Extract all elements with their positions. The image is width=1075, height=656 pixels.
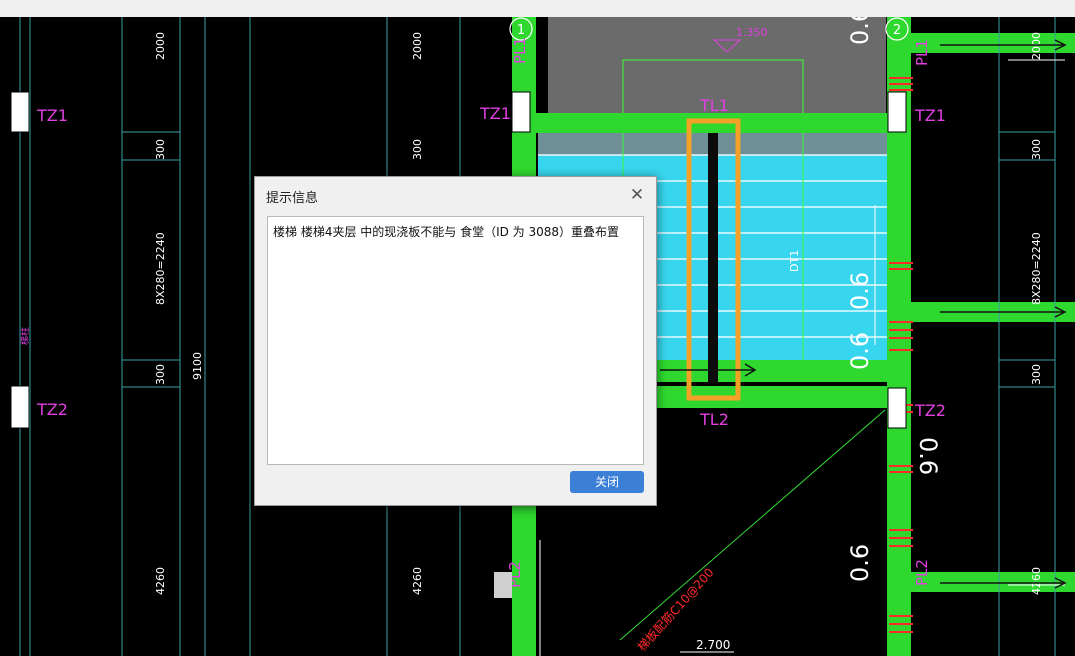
dim-bottom: 2.700 — [696, 638, 730, 652]
axis-1-label: 1 — [517, 23, 525, 38]
slab-label-5: 0.6 — [846, 544, 874, 582]
dim-right-3: 300 — [1030, 364, 1043, 385]
tz1-label-right: TZ1 — [914, 106, 946, 125]
slab-label-2: 0.6 — [846, 272, 874, 310]
edge-mark: 梯柱 — [19, 327, 31, 345]
slab-label-3: 0.6 — [846, 332, 874, 370]
dim-left-0: 2000 — [154, 32, 167, 60]
small-marker — [494, 572, 512, 598]
tz1-label-mid: TZ1 — [479, 104, 511, 123]
dim-right-4: 4260 — [1030, 567, 1043, 595]
handrail — [708, 133, 718, 383]
tl1-label: TL1 — [699, 96, 729, 115]
slab-label-4: 0.6 — [914, 437, 942, 475]
tl2-label: TL2 — [699, 410, 729, 429]
pl2-label-right: PL2 — [913, 559, 931, 586]
axis-2-label: 2 — [893, 23, 901, 38]
tz1-label-left: TZ1 — [36, 106, 68, 125]
pl1-label-left: PL1 — [511, 37, 529, 64]
dim-right-1: 300 — [1030, 139, 1043, 160]
dt1-label: DT1 — [788, 250, 801, 272]
dim-mid-3: 4260 — [411, 567, 424, 595]
dim-mid-1: 300 — [411, 139, 424, 160]
dim-left-3: 300 — [154, 364, 167, 385]
dim-left-2: 8X280=2240 — [154, 232, 167, 305]
close-icon[interactable]: ✕ — [627, 185, 647, 205]
hint-dialog: 提示信息 ✕ 楼梯 楼梯4夹层 中的现浇板不能与 食堂（ID 为 3088）重叠… — [254, 176, 657, 506]
dialog-title: 提示信息 — [266, 191, 319, 206]
diagonal-line — [619, 409, 886, 641]
total-dim: 9100 — [191, 352, 204, 380]
top-strip — [0, 0, 1075, 17]
pl1-label-right: PL1 — [913, 39, 931, 66]
dialog-message: 楼梯 楼梯4夹层 中的现浇板不能与 食堂（ID 为 3088）重叠布置 — [273, 225, 620, 239]
dim-left-1: 300 — [154, 139, 167, 160]
dim-right-2: 8X280=2240 — [1030, 232, 1043, 305]
tz2-label-right: TZ2 — [914, 401, 946, 420]
dim-mid-0: 2000 — [411, 32, 424, 60]
tz2-label-left: TZ2 — [36, 400, 68, 419]
close-button[interactable]: 关闭 — [570, 471, 644, 493]
dim-left-4: 4260 — [154, 567, 167, 595]
slab-label-1: 0.6 — [846, 17, 874, 45]
dim-right-0: 2000 — [1030, 32, 1043, 60]
message-box: 楼梯 楼梯4夹层 中的现浇板不能与 食堂（ID 为 3088）重叠布置 — [267, 216, 644, 465]
elevation-top: 1.350 — [736, 26, 768, 39]
